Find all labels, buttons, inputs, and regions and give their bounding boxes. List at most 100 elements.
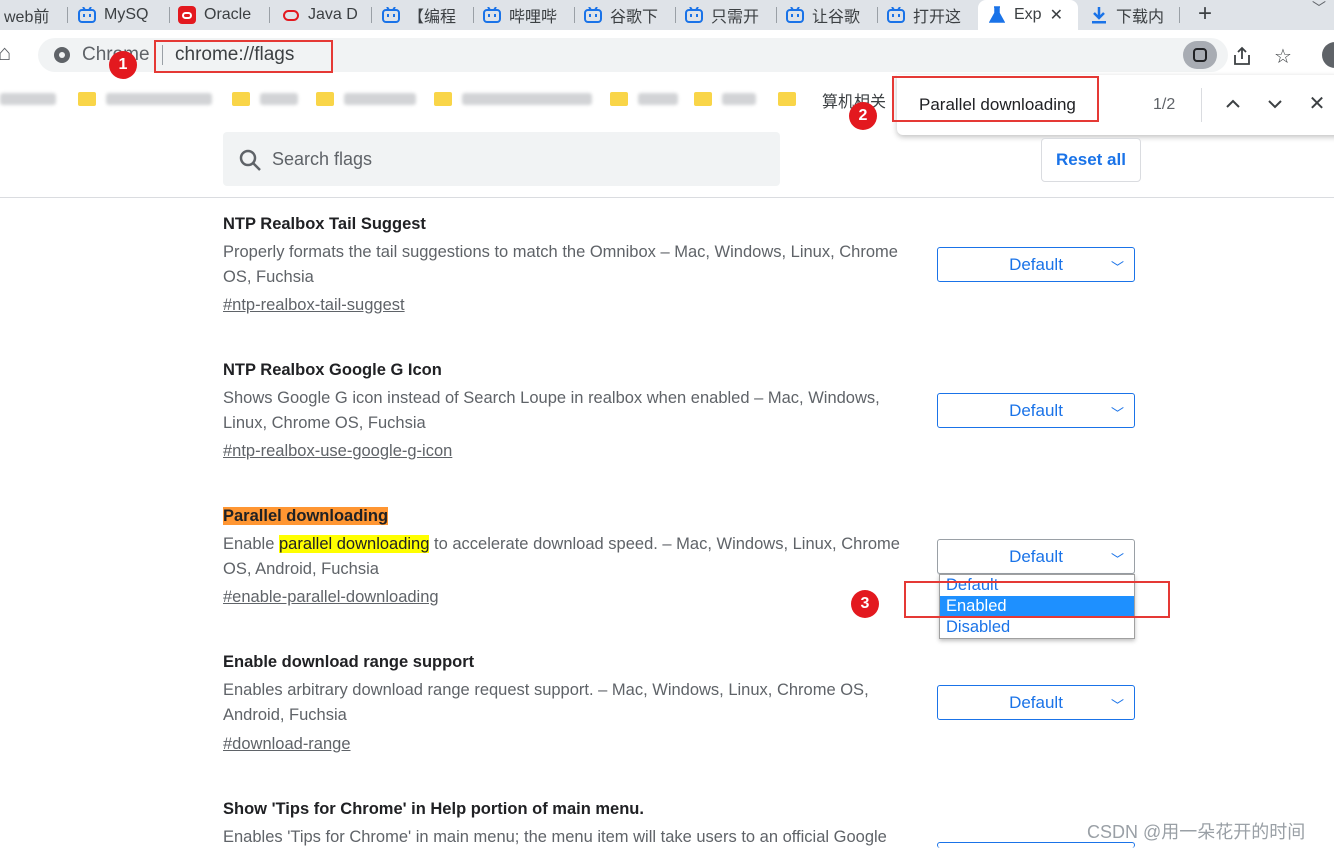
flask-icon (988, 6, 1006, 24)
flag-link[interactable]: #download-range (223, 735, 351, 754)
find-match: parallel downloading (278, 535, 430, 553)
flag-select-value: Default (1009, 254, 1063, 274)
bilibili-icon (786, 6, 804, 24)
annotation-badge: 3 (851, 590, 879, 618)
bookmark-folder[interactable] (232, 90, 298, 108)
folder-icon (78, 92, 96, 106)
flag-description-line: Android, Fuchsia (223, 705, 347, 724)
find-divider (1201, 88, 1202, 122)
flag-description-line: Linux, Chrome OS, Fuchsia (223, 413, 426, 432)
oracle-icon (282, 6, 300, 24)
tab-label: Java D (308, 6, 358, 23)
bilibili-icon (685, 6, 703, 24)
bilibili-icon (78, 6, 96, 24)
flag-select-value: Default (1009, 546, 1063, 566)
flag-description: Enable parallel downloading to accelerat… (223, 532, 923, 581)
tab-label: Exp (1014, 6, 1042, 23)
tab-strip: web前 MySQ Oracle Java D 【编程 哔哩哔 谷歌下 只需开 … (0, 0, 1334, 30)
close-tab-icon[interactable]: ✕ (1050, 5, 1063, 25)
flag-description-line: Enables arbitrary download range request… (223, 681, 869, 699)
new-tab-icon[interactable]: + (1198, 0, 1212, 30)
bookmark-folder[interactable] (316, 90, 416, 108)
flag-description: Enables 'Tips for Chrome' in main menu; … (223, 825, 923, 850)
tab-web[interactable]: web前 (4, 0, 68, 30)
flag-select[interactable]: Default ﹀ (937, 685, 1135, 720)
find-next-icon[interactable] (1263, 92, 1287, 116)
flag-select-value: Default (1009, 692, 1063, 712)
bilibili-icon (382, 6, 400, 24)
folder-icon (694, 92, 712, 106)
chevron-down-icon: ﹀ (1110, 260, 1124, 275)
flag-title: NTP Realbox Google G Icon (223, 361, 442, 379)
tab-experiments[interactable]: Exp ✕ (978, 0, 1078, 30)
flag-description: Properly formats the tail suggestions to… (223, 240, 923, 289)
tab-bilibili-5[interactable]: 让谷歌 (786, 0, 878, 30)
bookmark-folder[interactable] (778, 90, 806, 108)
flag-description-line: OS, Android, Fuchsia (223, 559, 379, 578)
annotation-badge: 2 (849, 102, 877, 130)
flag-title: Show 'Tips for Chrome' in Help portion o… (223, 800, 644, 818)
bilibili-icon (483, 6, 501, 24)
flag-select[interactable]: Default ﹀ (937, 393, 1135, 428)
tab-label: 只需开 (711, 9, 760, 26)
tab-bilibili-3[interactable]: 谷歌下 (584, 0, 676, 30)
tab-bilibili-1[interactable]: 【编程 (382, 0, 474, 30)
bilibili-icon (584, 6, 602, 24)
find-previous-icon[interactable] (1221, 92, 1245, 116)
find-current-match: Parallel downloading (223, 507, 389, 525)
flag-description-line: OS, Fuchsia (223, 267, 314, 286)
chevron-down-icon: ﹀ (1110, 406, 1124, 421)
flag-select[interactable]: Default ﹀ (937, 247, 1135, 282)
tab-label: 哔哩哔 (509, 9, 558, 26)
google-lens-icon[interactable] (1183, 41, 1217, 69)
bookmark-folder[interactable] (434, 90, 592, 108)
bookmark-folder[interactable] (694, 90, 756, 108)
flag-description-line: Shows Google G icon instead of Search Lo… (223, 389, 880, 407)
tab-bilibili-4[interactable]: 只需开 (685, 0, 777, 30)
tab-label: 【编程 (408, 9, 457, 26)
oracle-icon (178, 6, 196, 24)
bookmark-folder[interactable] (78, 90, 212, 108)
folder-icon (316, 92, 334, 106)
bookmark-item[interactable] (0, 90, 56, 108)
flag-description-line: Enables 'Tips for Chrome' in main menu; … (223, 828, 887, 846)
tab-bilibili-2[interactable]: 哔哩哔 (483, 0, 575, 30)
header-divider (0, 197, 1334, 198)
annotation-box-find (892, 76, 1099, 122)
tab-java[interactable]: Java D (282, 0, 372, 30)
folder-icon (434, 92, 452, 106)
flag-title: NTP Realbox Tail Suggest (223, 215, 426, 233)
desc-text: to accelerate download speed. – Mac, Win… (429, 535, 900, 553)
chrome-site-icon[interactable] (54, 47, 70, 63)
annotation-box-option (904, 581, 1170, 618)
tab-label: 谷歌下 (610, 9, 659, 26)
bilibili-icon (887, 6, 905, 24)
tab-search-chevron-icon[interactable]: ﹀ (1312, 0, 1326, 16)
chevron-down-icon: ﹀ (1110, 698, 1124, 713)
find-match-count: 1/2 (1153, 96, 1176, 113)
search-placeholder: Search flags (272, 149, 373, 169)
find-close-icon[interactable]: ✕ (1305, 92, 1329, 116)
tab-mysql[interactable]: MySQ (78, 0, 170, 30)
tab-oracle[interactable]: Oracle (178, 0, 270, 30)
flag-select-value: Default (1009, 400, 1063, 420)
tab-bilibili-6[interactable]: 打开这 (887, 0, 979, 30)
search-icon (238, 148, 262, 172)
bookmark-folder[interactable] (610, 90, 678, 108)
tab-download[interactable]: 下载内 (1082, 0, 1180, 30)
flag-link[interactable]: #ntp-realbox-use-google-g-icon (223, 442, 452, 461)
reset-all-button[interactable]: Reset all (1041, 138, 1141, 182)
flag-link[interactable]: #enable-parallel-downloading (223, 588, 439, 607)
watermark: CSDN @用一朵花开的时间 (1087, 822, 1306, 842)
flag-description-line: Enable parallel downloading to accelerat… (223, 532, 923, 557)
flag-title: Enable download range support (223, 653, 475, 671)
folder-icon (778, 92, 796, 106)
flag-link[interactable]: #ntp-realbox-tail-suggest (223, 296, 405, 315)
bookmark-star-icon[interactable]: ☆ (1268, 42, 1298, 70)
home-icon[interactable]: ⌂ (0, 40, 11, 66)
tab-label: 下载内 (1116, 9, 1165, 26)
option-disabled[interactable]: Disabled (940, 617, 1134, 638)
share-icon[interactable] (1227, 42, 1257, 70)
flag-select[interactable]: Default ﹀ (937, 539, 1135, 574)
tab-label: 让谷歌 (812, 9, 861, 26)
